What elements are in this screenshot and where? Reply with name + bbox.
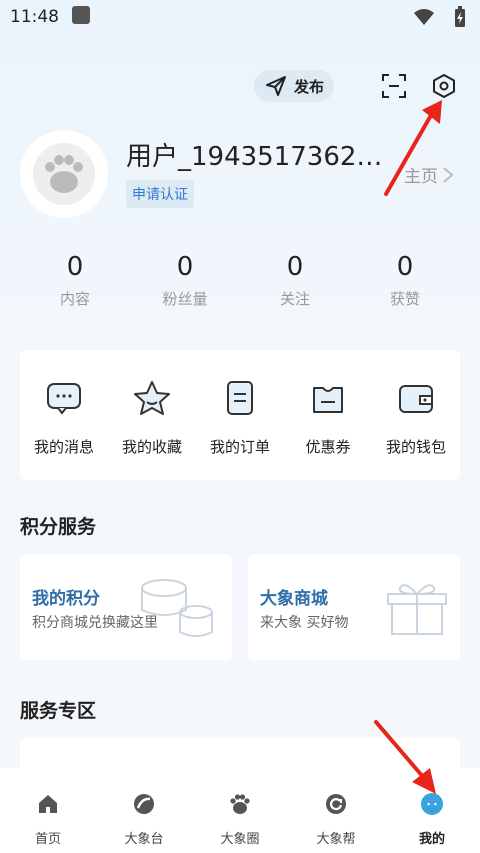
settings-icon[interactable] [430, 72, 458, 100]
tab-label: 大象帮 [316, 832, 356, 847]
wallet-icon [399, 385, 433, 413]
send-icon [265, 76, 286, 96]
quick-action-orders[interactable]: 我的订单 [196, 378, 284, 480]
tab-home[interactable]: 首页 [8, 792, 88, 853]
stat-label: 获赞 [389, 290, 420, 308]
notification-app-icon [72, 6, 90, 24]
stats-row: 0 内容 0 粉丝量 0 关注 0 获赞 [0, 252, 480, 309]
stat-fans[interactable]: 0 粉丝量 [130, 252, 240, 309]
stat-value: 0 [286, 252, 304, 282]
quick-action-favorites[interactable]: 我的收藏 [108, 378, 196, 480]
quick-action-label: 我的消息 [33, 438, 94, 456]
tab-mine[interactable]: 我的 [392, 792, 472, 853]
paw-icon [230, 794, 250, 814]
chevron-right-icon [443, 166, 454, 183]
mall-card-subtitle: 来大象 买好物 [260, 615, 349, 631]
status-time: 11:48 [10, 7, 59, 27]
bottom-tabbar: 首页 大象台 大象圈 大象帮 我的 [0, 768, 480, 853]
tab-help[interactable]: 大象帮 [296, 792, 376, 853]
points-section-title: 积分服务 [20, 516, 97, 538]
stat-label: 粉丝量 [162, 290, 208, 308]
stat-label: 关注 [279, 290, 310, 308]
stat-likes[interactable]: 0 获赞 [350, 252, 460, 309]
service-section-title: 服务专区 [20, 700, 97, 722]
points-card-subtitle: 积分商城兑换藏这里 [32, 615, 158, 631]
quick-action-wallet[interactable]: 我的钱包 [372, 378, 460, 480]
stat-content[interactable]: 0 内容 [20, 252, 130, 309]
verify-button[interactable]: 申请认证 [126, 180, 194, 208]
paw-avatar-icon [45, 155, 83, 193]
quick-action-coupons[interactable]: 优惠券 [284, 378, 372, 480]
scan-icon[interactable] [380, 72, 408, 100]
quick-action-messages[interactable]: 我的消息 [20, 378, 108, 480]
tab-label: 我的 [418, 832, 445, 847]
broadcast-icon [134, 794, 154, 814]
status-bar: 11:48 [0, 0, 480, 34]
order-icon [227, 381, 253, 415]
profile-icon [421, 793, 443, 815]
wifi-icon [414, 9, 434, 25]
tab-label: 大象台 [124, 832, 164, 847]
tab-label: 大象圈 [220, 832, 260, 847]
tab-platform[interactable]: 大象台 [104, 792, 184, 853]
quick-action-label: 优惠券 [305, 438, 351, 456]
star-icon [134, 381, 170, 415]
points-card-title: 我的积分 [32, 589, 100, 609]
home-link-label: 主页 [404, 167, 438, 187]
publish-button[interactable]: 发布 [254, 70, 334, 102]
stat-value: 0 [396, 252, 414, 282]
mall-card-title: 大象商城 [260, 589, 328, 609]
avatar[interactable] [20, 130, 108, 218]
stat-label: 内容 [59, 290, 90, 308]
coupon-icon [313, 387, 343, 413]
home-link[interactable]: 主页 [404, 162, 454, 187]
mall-card[interactable]: 大象商城 来大象 买好物 [248, 554, 460, 660]
stat-following[interactable]: 0 关注 [240, 252, 350, 309]
tab-label: 首页 [34, 832, 61, 847]
quick-action-label: 我的订单 [209, 438, 270, 456]
quick-action-label: 我的收藏 [121, 438, 182, 456]
stat-value: 0 [176, 252, 194, 282]
tab-circle[interactable]: 大象圈 [200, 792, 280, 853]
gift-icon [387, 584, 447, 635]
quick-action-label: 我的钱包 [385, 438, 446, 456]
message-icon [47, 383, 81, 415]
home-icon [39, 795, 57, 813]
stat-value: 0 [66, 252, 84, 282]
quick-actions-card: 我的消息 我的收藏 我的订单 优惠券 我的钱包 [20, 350, 460, 480]
battery-icon [455, 6, 465, 27]
username: 用户_1943517362… [126, 142, 383, 172]
coins-icon [141, 579, 213, 637]
refresh-icon [326, 794, 346, 814]
publish-label: 发布 [293, 77, 324, 96]
my-points-card[interactable]: 我的积分 积分商城兑换藏这里 [20, 554, 232, 660]
